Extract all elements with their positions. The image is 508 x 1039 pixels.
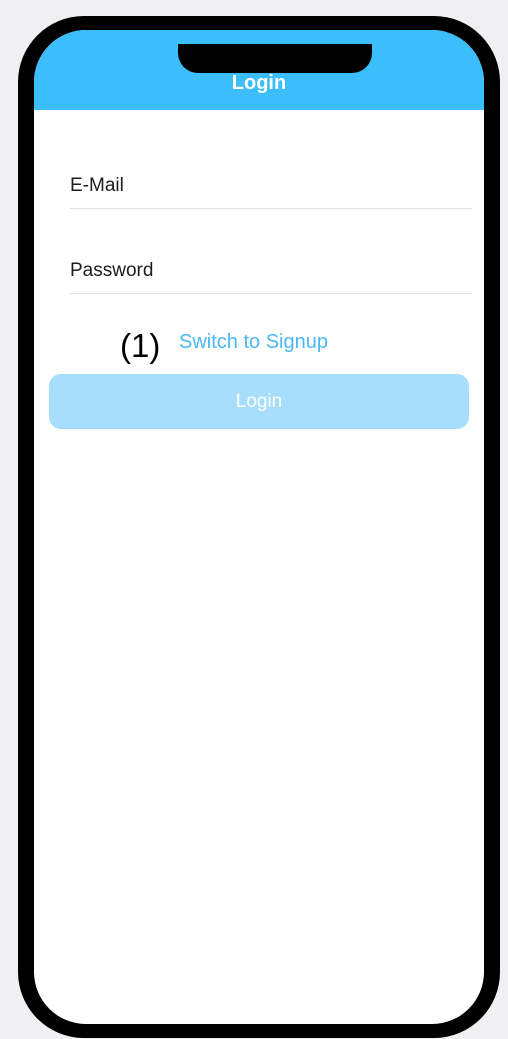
phone-screen: Login (1) Switch to Signup Login xyxy=(34,30,484,1024)
password-field-container xyxy=(70,257,472,294)
header-title: Login xyxy=(231,72,287,94)
annotation-label: (1) xyxy=(120,327,161,364)
email-field[interactable] xyxy=(70,172,472,200)
password-field[interactable] xyxy=(70,257,472,285)
login-button[interactable]: Login xyxy=(49,374,469,429)
phone-frame: Login (1) Switch to Signup Login xyxy=(18,16,500,1038)
phone-notch xyxy=(178,44,372,73)
switch-to-signup-link[interactable]: Switch to Signup xyxy=(179,330,328,354)
email-field-container xyxy=(70,172,472,209)
